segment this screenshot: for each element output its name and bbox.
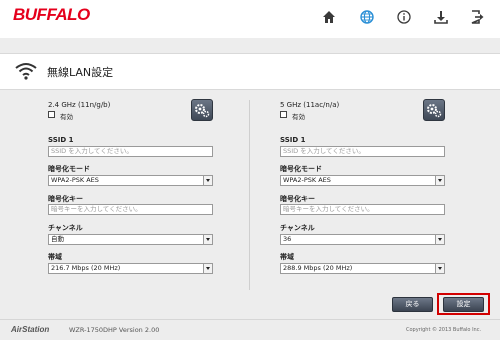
top-header: BUFFALO [0,0,500,38]
band-5-ssid-label: SSID 1 [280,136,306,144]
band-24-encryption-value: WPA2-PSK AES [51,176,99,184]
band-24-enable-checkbox[interactable] [48,111,55,118]
band-5-encryption-value: WPA2-PSK AES [283,176,331,184]
band-24-key-label: 暗号化キー [48,195,83,203]
chevron-down-icon [435,235,444,244]
band-5-label: 5 GHz (11ac/n/a) [280,101,340,109]
back-button[interactable]: 戻る [392,297,433,312]
band-5-key-input[interactable]: 暗号キーを入力してください。 [280,204,445,215]
download-icon[interactable] [433,9,449,25]
band-5-channel-select[interactable]: 36 [280,234,445,245]
band-5-channel-label: チャンネル [280,224,315,232]
band-5-encryption-select[interactable]: WPA2-PSK AES [280,175,445,186]
band-5-enable-label: 有効 [292,113,305,121]
band-24-encryption-label: 暗号化モード [48,165,90,173]
chevron-down-icon [435,176,444,185]
band-24-bandwidth-label: 帯域 [48,253,62,261]
band-24-bandwidth-value: 216.7 Mbps (20 MHz) [51,264,121,272]
band-5-advanced-button[interactable] [423,99,445,121]
band-5-bandwidth-select[interactable]: 288.9 Mbps (20 MHz) [280,263,445,274]
band-24-ssid-input[interactable]: SSID を入力してください。 [48,146,213,157]
footer-divider [0,319,500,320]
band-24-channel-label: チャンネル [48,224,83,232]
chevron-down-icon [435,264,444,273]
band-24-key-input[interactable]: 暗号キーを入力してください。 [48,204,213,215]
band-24-bandwidth-select[interactable]: 216.7 Mbps (20 MHz) [48,263,213,274]
band-5-key-label: 暗号化キー [280,195,315,203]
band-5-channel-value: 36 [283,235,292,243]
panel-divider [249,100,250,290]
model-version: WZR-1750DHP Version 2.00 [69,326,160,334]
page-title-bar: 無線LAN設定 [0,53,500,90]
band-5-enable-checkbox[interactable] [280,111,287,118]
band-24-enable-label: 有効 [60,113,73,121]
chevron-down-icon [203,176,212,185]
copyright: Copyright © 2013 Buffalo Inc. [406,327,482,333]
chevron-down-icon [203,264,212,273]
band-24-channel-value: 自動 [51,235,64,243]
band-5-bandwidth-label: 帯域 [280,253,294,261]
band-24-label: 2.4 GHz (11n/g/b) [48,101,111,109]
band-5-encryption-label: 暗号化モード [280,165,322,173]
page-title: 無線LAN設定 [47,66,114,79]
band-24-advanced-button[interactable] [191,99,213,121]
band-24-channel-select[interactable]: 自動 [48,234,213,245]
save-button[interactable]: 設定 [443,297,484,312]
chevron-down-icon [203,235,212,244]
airstation-logo: AirStation [11,325,50,334]
band-5-ssid-input[interactable]: SSID を入力してください。 [280,146,445,157]
buffalo-logo: BUFFALO [13,5,90,24]
wifi-icon [15,63,37,80]
logout-icon[interactable] [469,9,485,25]
gear-icon [195,104,210,118]
band-24-encryption-select[interactable]: WPA2-PSK AES [48,175,213,186]
band-5-bandwidth-value: 288.9 Mbps (20 MHz) [283,264,353,272]
home-icon[interactable] [321,9,337,25]
band-24-ssid-label: SSID 1 [48,136,74,144]
info-icon[interactable] [396,9,412,25]
gear-icon [427,104,442,118]
globe-icon[interactable] [359,9,375,25]
